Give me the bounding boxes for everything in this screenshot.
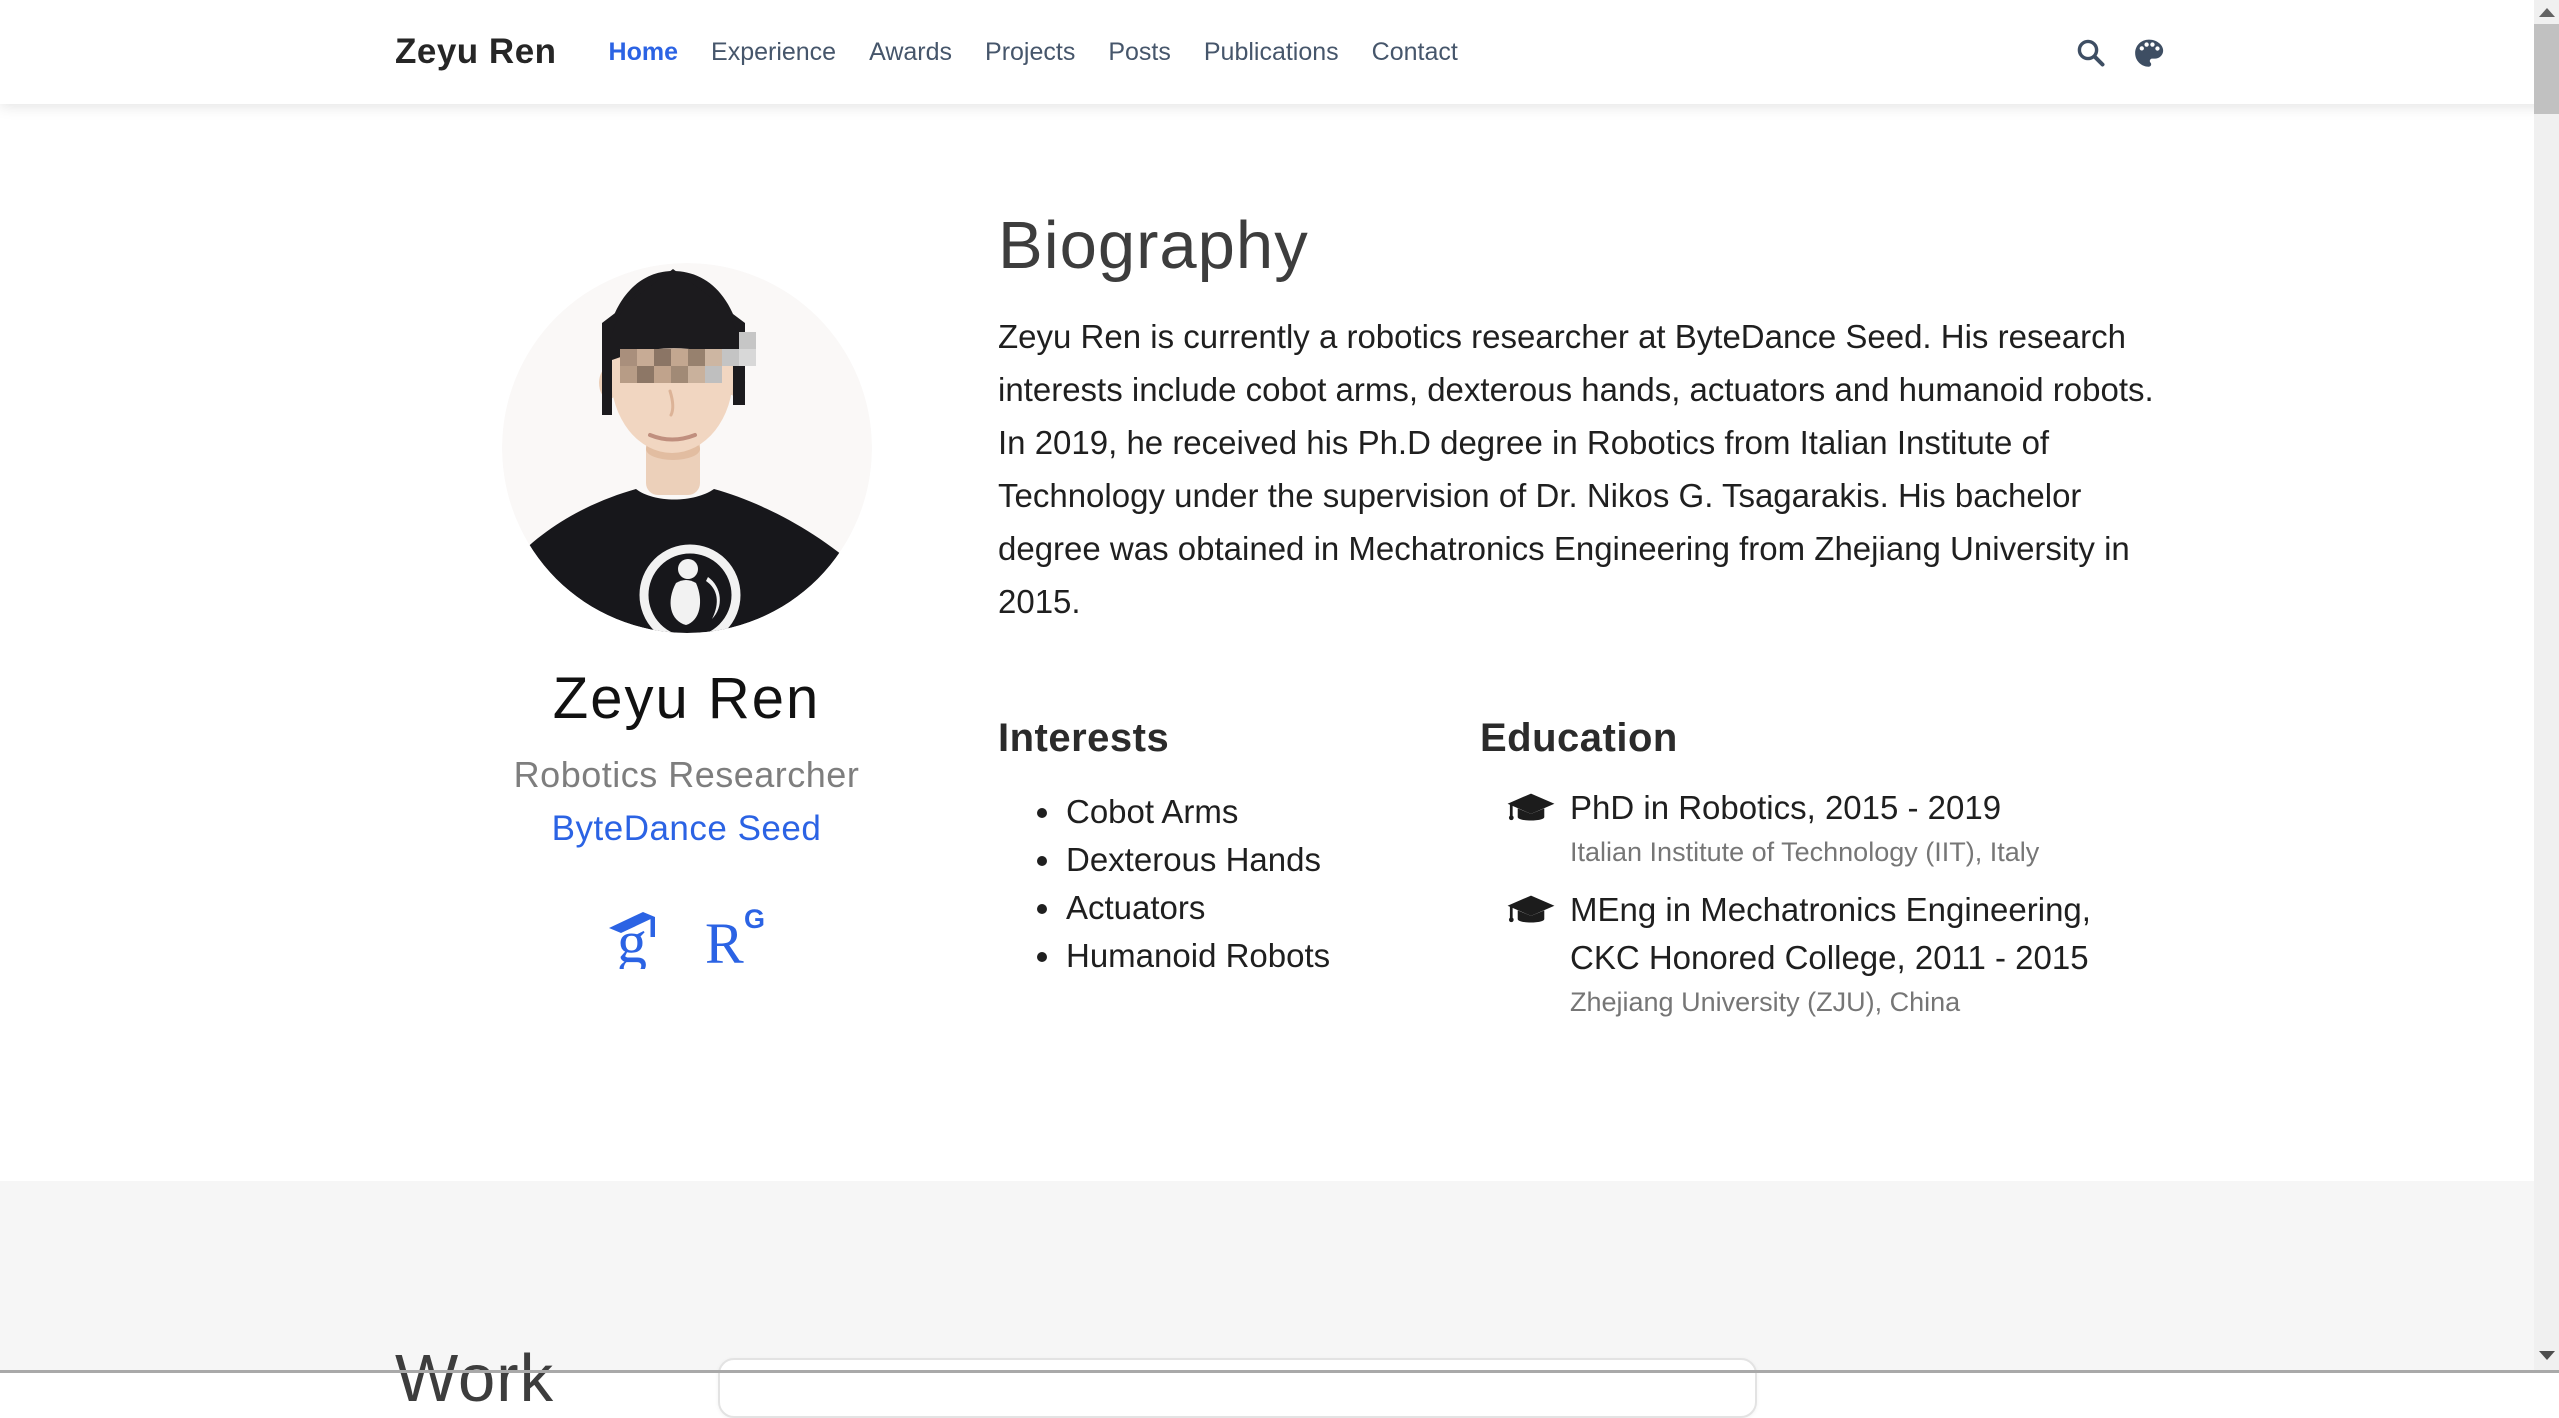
interest-item: Actuators — [1064, 884, 1480, 932]
site-brand[interactable]: Zeyu Ren — [395, 32, 557, 72]
nav-item-awards[interactable]: Awards — [869, 38, 952, 66]
interest-item: Cobot Arms — [1064, 788, 1480, 836]
education-heading: Education — [1480, 714, 2155, 762]
palette-icon[interactable] — [2133, 37, 2164, 68]
nav-item-experience[interactable]: Experience — [711, 38, 836, 66]
nav-menu: Home Experience Awards Projects Posts Pu… — [609, 38, 1458, 67]
interests-heading: Interests — [998, 714, 1480, 762]
nav-item-projects[interactable]: Projects — [985, 38, 1075, 66]
interest-item: Humanoid Robots — [1064, 932, 1480, 980]
nav-item-posts[interactable]: Posts — [1108, 38, 1171, 66]
nav-item-publications[interactable]: Publications — [1204, 38, 1339, 66]
navbar: Zeyu Ren Home Experience Awards Projects… — [0, 0, 2559, 104]
nav-item-home[interactable]: Home — [609, 38, 678, 66]
profile-name: Zeyu Ren — [395, 667, 978, 731]
institution: Italian Institute of Technology (IIT), I… — [1570, 834, 2155, 870]
arrow-down-icon — [2539, 1351, 2555, 1360]
education-item: PhD in Robotics, 2015 - 2019 Italian Ins… — [1480, 784, 2155, 870]
profile-organization-link[interactable]: ByteDance Seed — [552, 807, 822, 851]
institution: Zhejiang University (ZJU), China — [1570, 984, 2155, 1020]
researchgate-icon[interactable]: R G — [703, 905, 767, 969]
biography-section: Biography Zeyu Ren is currently a roboti… — [998, 104, 2155, 1036]
nav-item-contact[interactable]: Contact — [1372, 38, 1458, 66]
scrollbar-thumb[interactable] — [2534, 24, 2559, 114]
biography-text: Zeyu Ren is currently a robotics researc… — [998, 310, 2155, 628]
avatar — [502, 263, 872, 633]
arrow-up-icon — [2539, 8, 2555, 17]
search-icon[interactable] — [2075, 37, 2106, 68]
svg-text:G: G — [744, 905, 765, 934]
graduation-cap-icon — [1506, 792, 1556, 830]
vertical-scrollbar[interactable] — [2534, 0, 2559, 1373]
svg-text:R: R — [705, 911, 744, 969]
profile-sidebar: Zeyu Ren Robotics Researcher ByteDance S… — [395, 104, 978, 969]
experience-section: Work — [0, 1181, 2559, 1373]
education-item: MEng in Mechatronics Engineering, CKC Ho… — [1480, 886, 2155, 1020]
graduation-cap-icon — [1506, 894, 1556, 932]
scroll-down-button[interactable] — [2534, 1345, 2559, 1367]
degree: MEng in Mechatronics Engineering, CKC Ho… — [1570, 886, 2155, 982]
interests-block: Interests Cobot Arms Dexterous Hands Act… — [998, 714, 1480, 1036]
interests-list: Cobot Arms Dexterous Hands Actuators Hum… — [998, 788, 1480, 980]
education-block: Education PhD in Robotics, 2015 - 2019 I… — [1480, 714, 2155, 1036]
biography-heading: Biography — [998, 208, 2155, 284]
profile-role: Robotics Researcher — [395, 753, 978, 797]
degree: PhD in Robotics, 2015 - 2019 — [1570, 784, 2155, 832]
experience-card-partial — [718, 1358, 1757, 1418]
social-links: g R G — [395, 905, 978, 969]
interest-item: Dexterous Hands — [1064, 836, 1480, 884]
work-heading: Work — [395, 1341, 554, 1417]
scroll-up-button[interactable] — [2534, 0, 2559, 22]
google-scholar-icon[interactable]: g — [607, 905, 671, 969]
